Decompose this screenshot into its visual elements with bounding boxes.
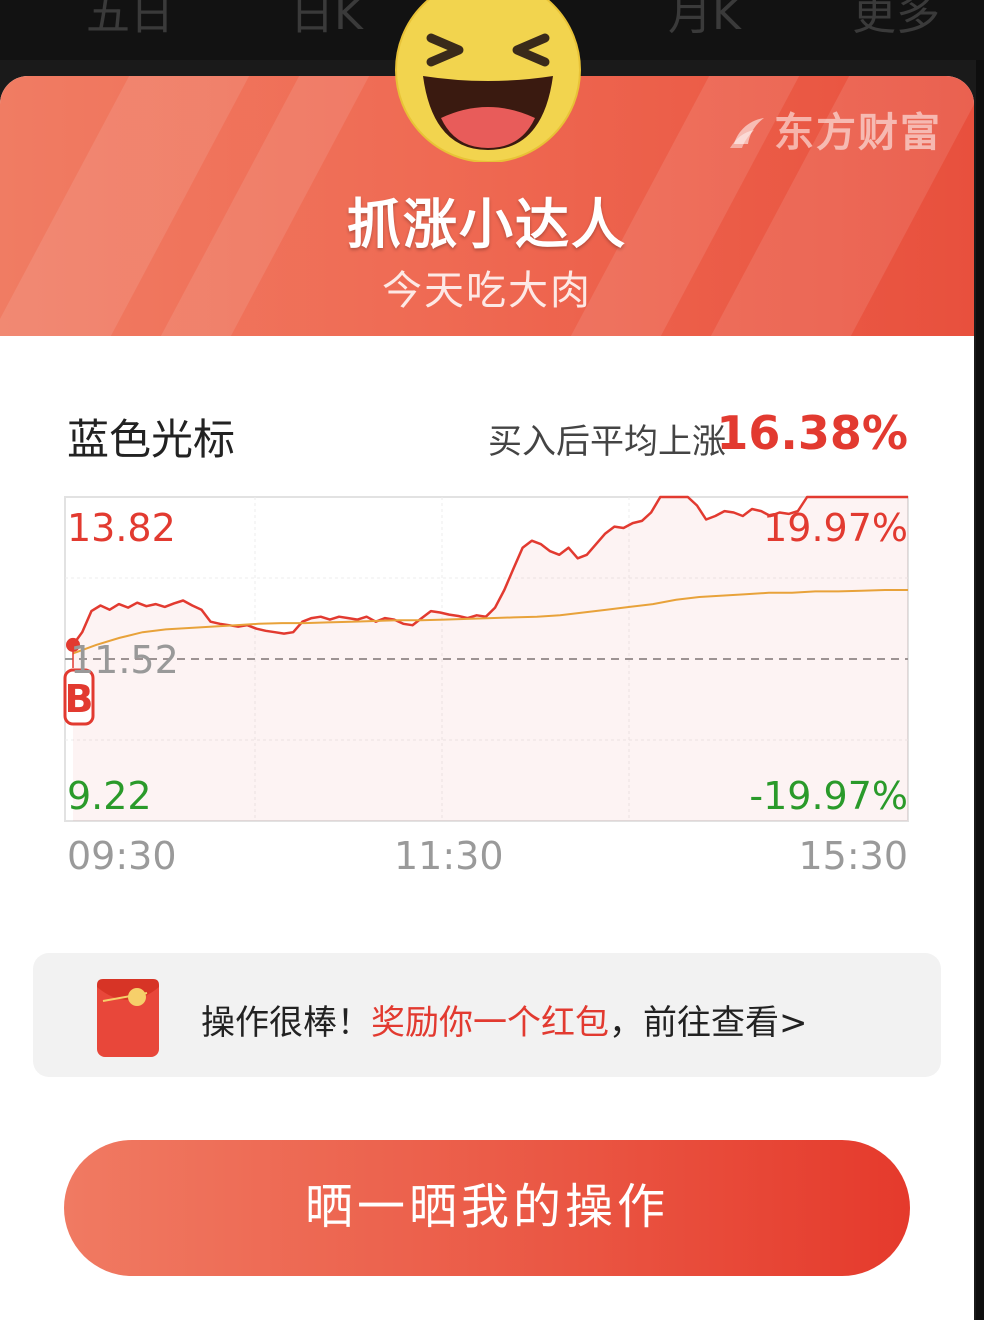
bg-tab-month-k: 月K xyxy=(668,0,741,40)
reward-text-link[interactable]: ，前往查看> xyxy=(609,1003,808,1043)
time-tick-end: 15:30 xyxy=(798,834,908,878)
modal-title: 抓涨小达人 xyxy=(347,193,627,256)
pct-high-label: 19.97% xyxy=(763,506,908,550)
modal-subtitle: 今天吃大肉 xyxy=(382,268,592,314)
stock-name: 蓝色光标 xyxy=(67,415,236,464)
bg-tab-five-day: 五日 xyxy=(86,0,174,40)
price-low-label: 9.22 xyxy=(67,774,152,818)
bg-tab-more: 更多 xyxy=(852,0,940,40)
brand-flame-icon xyxy=(730,118,764,148)
reward-text[interactable]: 操作很棒！奖励你一个红包，前往查看> xyxy=(201,995,808,1044)
time-tick-start: 09:30 xyxy=(67,834,177,878)
avg-rise-label: 买入后平均上涨 xyxy=(488,422,726,462)
brand-name: 东方财富 xyxy=(774,110,942,156)
time-tick-mid: 11:30 xyxy=(394,834,504,878)
price-high-label: 13.82 xyxy=(67,506,176,550)
reward-text-highlight: 奖励你一个红包 xyxy=(371,1003,609,1043)
price-base-label: 11.52 xyxy=(70,638,179,682)
reward-banner[interactable]: 操作很棒！奖励你一个红包，前往查看> xyxy=(33,953,941,1077)
share-operation-button[interactable]: 晒一晒我的操作 xyxy=(64,1140,910,1276)
pct-low-label: -19.97% xyxy=(749,774,908,818)
bg-tab-day-k: 日K xyxy=(290,0,363,40)
brand-logo: 东方财富 xyxy=(728,100,942,158)
buy-marker-text: B xyxy=(65,677,94,721)
laughing-face-icon xyxy=(395,0,581,162)
avg-rise-value: 16.38% xyxy=(716,406,908,460)
reward-text-praise: 操作很棒！ xyxy=(201,1003,371,1043)
red-envelope-icon xyxy=(97,979,159,1057)
